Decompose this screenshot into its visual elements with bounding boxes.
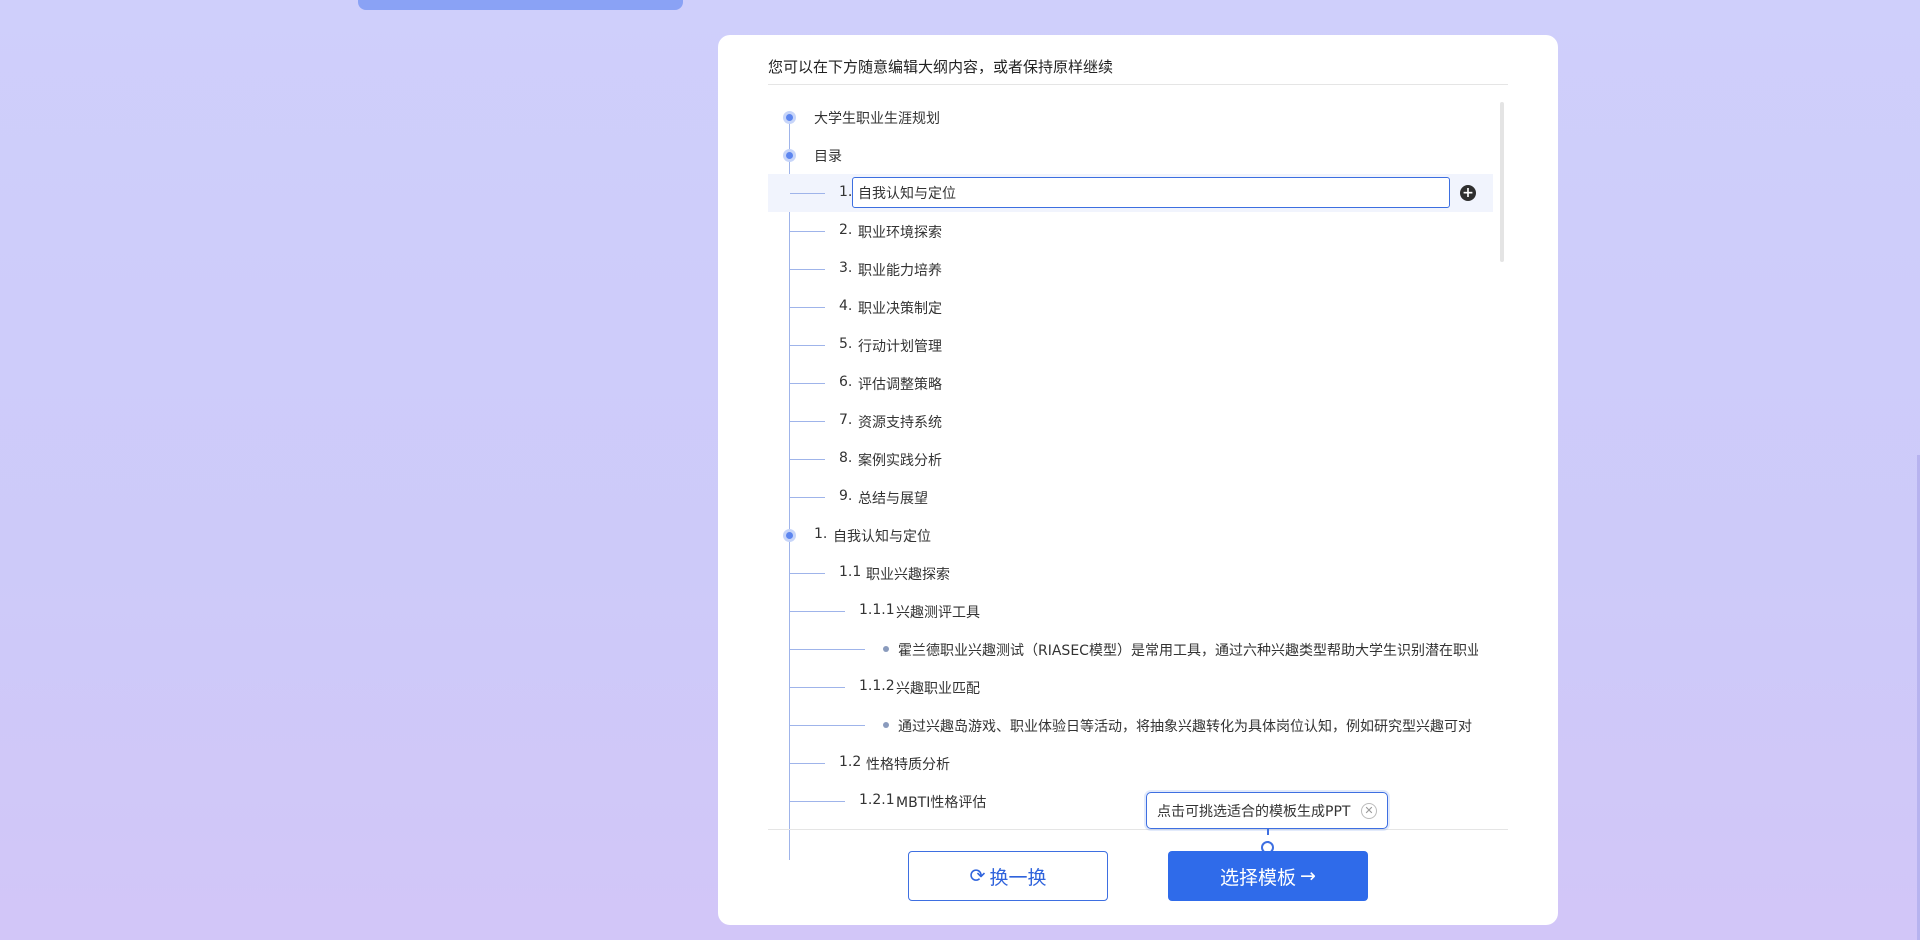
tree-branch-line — [790, 763, 825, 764]
toc-item-number: 4. — [839, 298, 853, 314]
tree-branch-line — [790, 801, 845, 802]
tree-branch-line — [790, 573, 825, 574]
toc-item-row[interactable]: 5. 行动计划管理 — [768, 326, 1493, 364]
toc-item-row[interactable]: 9. 总结与展望 — [768, 478, 1493, 516]
section-1-row[interactable]: 1. 自我认知与定位 — [768, 516, 1493, 554]
tree-branch-line — [790, 421, 825, 422]
toc-item-text[interactable]: 资源支持系统 — [858, 412, 942, 432]
edit-hint: 您可以在下方随意编辑大纲内容，或者保持原样继续 — [768, 56, 1508, 85]
subsection-row[interactable]: 1.2 性格特质分析 — [768, 744, 1493, 782]
section-number: 1. — [814, 526, 828, 542]
swap-button[interactable]: ⟳ 换一换 — [908, 851, 1108, 901]
arrow-right-icon: → — [1300, 865, 1316, 887]
toc-item-text[interactable]: 评估调整策略 — [858, 374, 942, 394]
tree-branch-line — [790, 497, 825, 498]
toc-item-1-row[interactable]: 1. + — [768, 174, 1493, 212]
toc-item-text[interactable]: 行动计划管理 — [858, 336, 942, 356]
bullet-row[interactable]: 通过兴趣岛游戏、职业体验日等活动，将抽象兴趣转化为具体岗位认知，例如研究型兴趣可… — [768, 706, 1493, 744]
toc-item-row[interactable]: 4. 职业决策制定 — [768, 288, 1493, 326]
bullet-icon — [883, 722, 889, 728]
subsection-number: 1.1 — [839, 564, 862, 580]
footer-divider — [768, 829, 1508, 830]
toc-item-text[interactable]: 案例实践分析 — [858, 450, 942, 470]
bullet-row[interactable]: 霍兰德职业兴趣测试（RIASEC模型）是常用工具，通过六种兴趣类型帮助大学生识别… — [768, 630, 1493, 668]
toc-item-number: 2. — [839, 222, 853, 238]
outline-title[interactable]: 大学生职业生涯规划 — [814, 108, 940, 128]
node-dot-icon — [783, 529, 796, 542]
template-tooltip: 点击可挑选适合的模板生成PPT ✕ — [1146, 792, 1388, 829]
tree-branch-line — [790, 611, 845, 612]
subsubsection-title[interactable]: MBTI性格评估 — [896, 792, 986, 812]
toc-item-number: 6. — [839, 374, 853, 390]
top-banner-edge — [358, 0, 683, 10]
subsubsection-title[interactable]: 兴趣职业匹配 — [896, 678, 980, 698]
outline-title-row[interactable]: 大学生职业生涯规划 — [768, 98, 1493, 136]
tree-branch-line — [790, 231, 825, 232]
toc-item-row[interactable]: 8. 案例实践分析 — [768, 440, 1493, 478]
toc-item-number: 7. — [839, 412, 853, 428]
subsubsection-row[interactable]: 1.1.1 兴趣测评工具 — [768, 592, 1493, 630]
subsection-row[interactable]: 1.1 职业兴趣探索 — [768, 554, 1493, 592]
toc-item-row[interactable]: 7. 资源支持系统 — [768, 402, 1493, 440]
toc-item-row[interactable]: 3. 职业能力培养 — [768, 250, 1493, 288]
outline-tree[interactable]: 大学生职业生涯规划 目录 1. + 2. 职业环境探索 3. 职业能力培养 4. — [768, 98, 1508, 860]
toc-item-text[interactable]: 职业能力培养 — [858, 260, 942, 280]
toc-item-row[interactable]: 6. 评估调整策略 — [768, 364, 1493, 402]
toc-item-text[interactable]: 职业决策制定 — [858, 298, 942, 318]
subsubsection-row[interactable]: 1.1.2 兴趣职业匹配 — [768, 668, 1493, 706]
subsubsection-number: 1.1.1 — [859, 602, 895, 618]
toc-heading[interactable]: 目录 — [814, 146, 842, 166]
close-icon[interactable]: ✕ — [1361, 803, 1377, 819]
subsubsection-number: 1.2.1 — [859, 792, 895, 808]
toc-item-number: 5. — [839, 336, 853, 352]
toc-item-number: 8. — [839, 450, 853, 466]
refresh-icon: ⟳ — [969, 865, 986, 887]
outline-scrollbar[interactable] — [1500, 102, 1504, 262]
tooltip-text: 点击可挑选适合的模板生成PPT — [1157, 803, 1351, 820]
toc-item-text[interactable]: 总结与展望 — [858, 488, 928, 508]
tree-branch-line — [790, 687, 845, 688]
subsection-title[interactable]: 职业兴趣探索 — [866, 564, 950, 584]
toc-item-number: 3. — [839, 260, 853, 276]
choose-template-button[interactable]: 选择模板 → — [1168, 851, 1368, 901]
toc-heading-row[interactable]: 目录 — [768, 136, 1493, 174]
bullet-text[interactable]: 通过兴趣岛游戏、职业体验日等活动，将抽象兴趣转化为具体岗位认知，例如研究型兴趣可… — [898, 716, 1478, 736]
swap-button-label: 换一换 — [989, 866, 1047, 889]
choose-template-label: 选择模板 — [1220, 866, 1297, 889]
tree-branch-line — [790, 383, 825, 384]
subsection-title[interactable]: 性格特质分析 — [866, 754, 950, 774]
tree-branch-line — [790, 193, 825, 194]
toc-item-1-input[interactable] — [852, 177, 1450, 208]
section-title[interactable]: 自我认知与定位 — [833, 526, 931, 546]
toc-item-number: 9. — [839, 488, 853, 504]
tree-branch-line — [790, 649, 865, 650]
tree-branch-line — [790, 307, 825, 308]
bullet-icon — [883, 646, 889, 652]
tree-branch-line — [790, 345, 825, 346]
add-node-icon[interactable]: + — [1460, 185, 1476, 201]
toc-item-text[interactable]: 职业环境探索 — [858, 222, 942, 242]
bullet-text[interactable]: 霍兰德职业兴趣测试（RIASEC模型）是常用工具，通过六种兴趣类型帮助大学生识别… — [898, 640, 1478, 660]
node-dot-icon — [783, 111, 796, 124]
toc-item-row[interactable]: 2. 职业环境探索 — [768, 212, 1493, 250]
toc-item-number: 1. — [839, 184, 853, 200]
node-dot-icon — [783, 149, 796, 162]
tree-branch-line — [790, 459, 825, 460]
subsubsection-number: 1.1.2 — [859, 678, 895, 694]
subsubsection-title[interactable]: 兴趣测评工具 — [896, 602, 980, 622]
outline-editor-card: 您可以在下方随意编辑大纲内容，或者保持原样继续 大学生职业生涯规划 目录 1. … — [718, 35, 1558, 925]
tree-branch-line — [790, 269, 825, 270]
subsection-number: 1.2 — [839, 754, 862, 770]
tree-branch-line — [790, 725, 865, 726]
